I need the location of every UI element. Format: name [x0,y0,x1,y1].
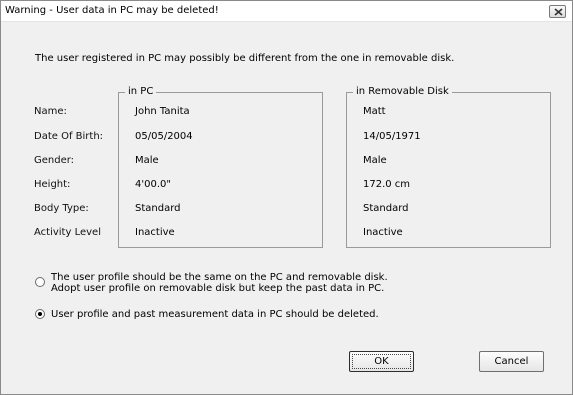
radio-selected-dot [38,312,42,316]
option-delete-pc-data-text: User profile and past measurement data i… [51,309,379,320]
radio-delete-pc-data[interactable] [35,309,45,319]
warning-dialog: Warning - User data in PC may be deleted… [0,0,573,395]
option-keep-past-data-line1: The user profile should be the same on t… [51,272,388,283]
label-name: Name: [34,106,67,117]
radio-keep-past-data[interactable] [35,277,45,287]
pc-name: John Tanita [135,106,190,117]
label-height: Height: [34,179,71,190]
label-body-type: Body Type: [34,203,89,214]
option-keep-past-data-text: The user profile should be the same on t… [51,272,388,294]
disk-date-of-birth: 14/05/1971 [363,131,421,142]
pc-group: in PC John Tanita 05/05/2004 Male 4'00.0… [118,86,323,248]
label-date-of-birth: Date Of Birth: [34,131,104,142]
option-keep-past-data-line2: Adopt user profile on removable disk but… [51,283,385,294]
disk-group-title: in Removable Disk [353,86,452,97]
disk-activity-level: Inactive [363,227,403,238]
close-icon [554,8,563,16]
cancel-button[interactable]: Cancel [479,351,544,372]
label-activity-level: Activity Level [34,227,101,238]
window-title: Warning - User data in PC may be deleted… [5,5,219,16]
pc-activity-level: Inactive [135,227,175,238]
pc-body-type: Standard [135,203,181,214]
pc-date-of-birth: 05/05/2004 [135,131,193,142]
disk-height: 172.0 cm [363,179,411,190]
disk-name: Matt [363,106,386,117]
pc-height: 4'00.0" [135,179,171,190]
close-button[interactable] [549,5,566,18]
disk-body-type: Standard [363,203,409,214]
pc-gender: Male [135,155,159,166]
warning-message: The user registered in PC may possibly b… [35,53,455,64]
disk-group: in Removable Disk Matt 14/05/1971 Male 1… [346,86,551,248]
disk-gender: Male [363,155,387,166]
pc-group-title: in PC [125,86,157,97]
title-bar: Warning - User data in PC may be deleted… [1,1,572,22]
ok-button[interactable]: OK [349,351,414,372]
label-gender: Gender: [34,155,75,166]
